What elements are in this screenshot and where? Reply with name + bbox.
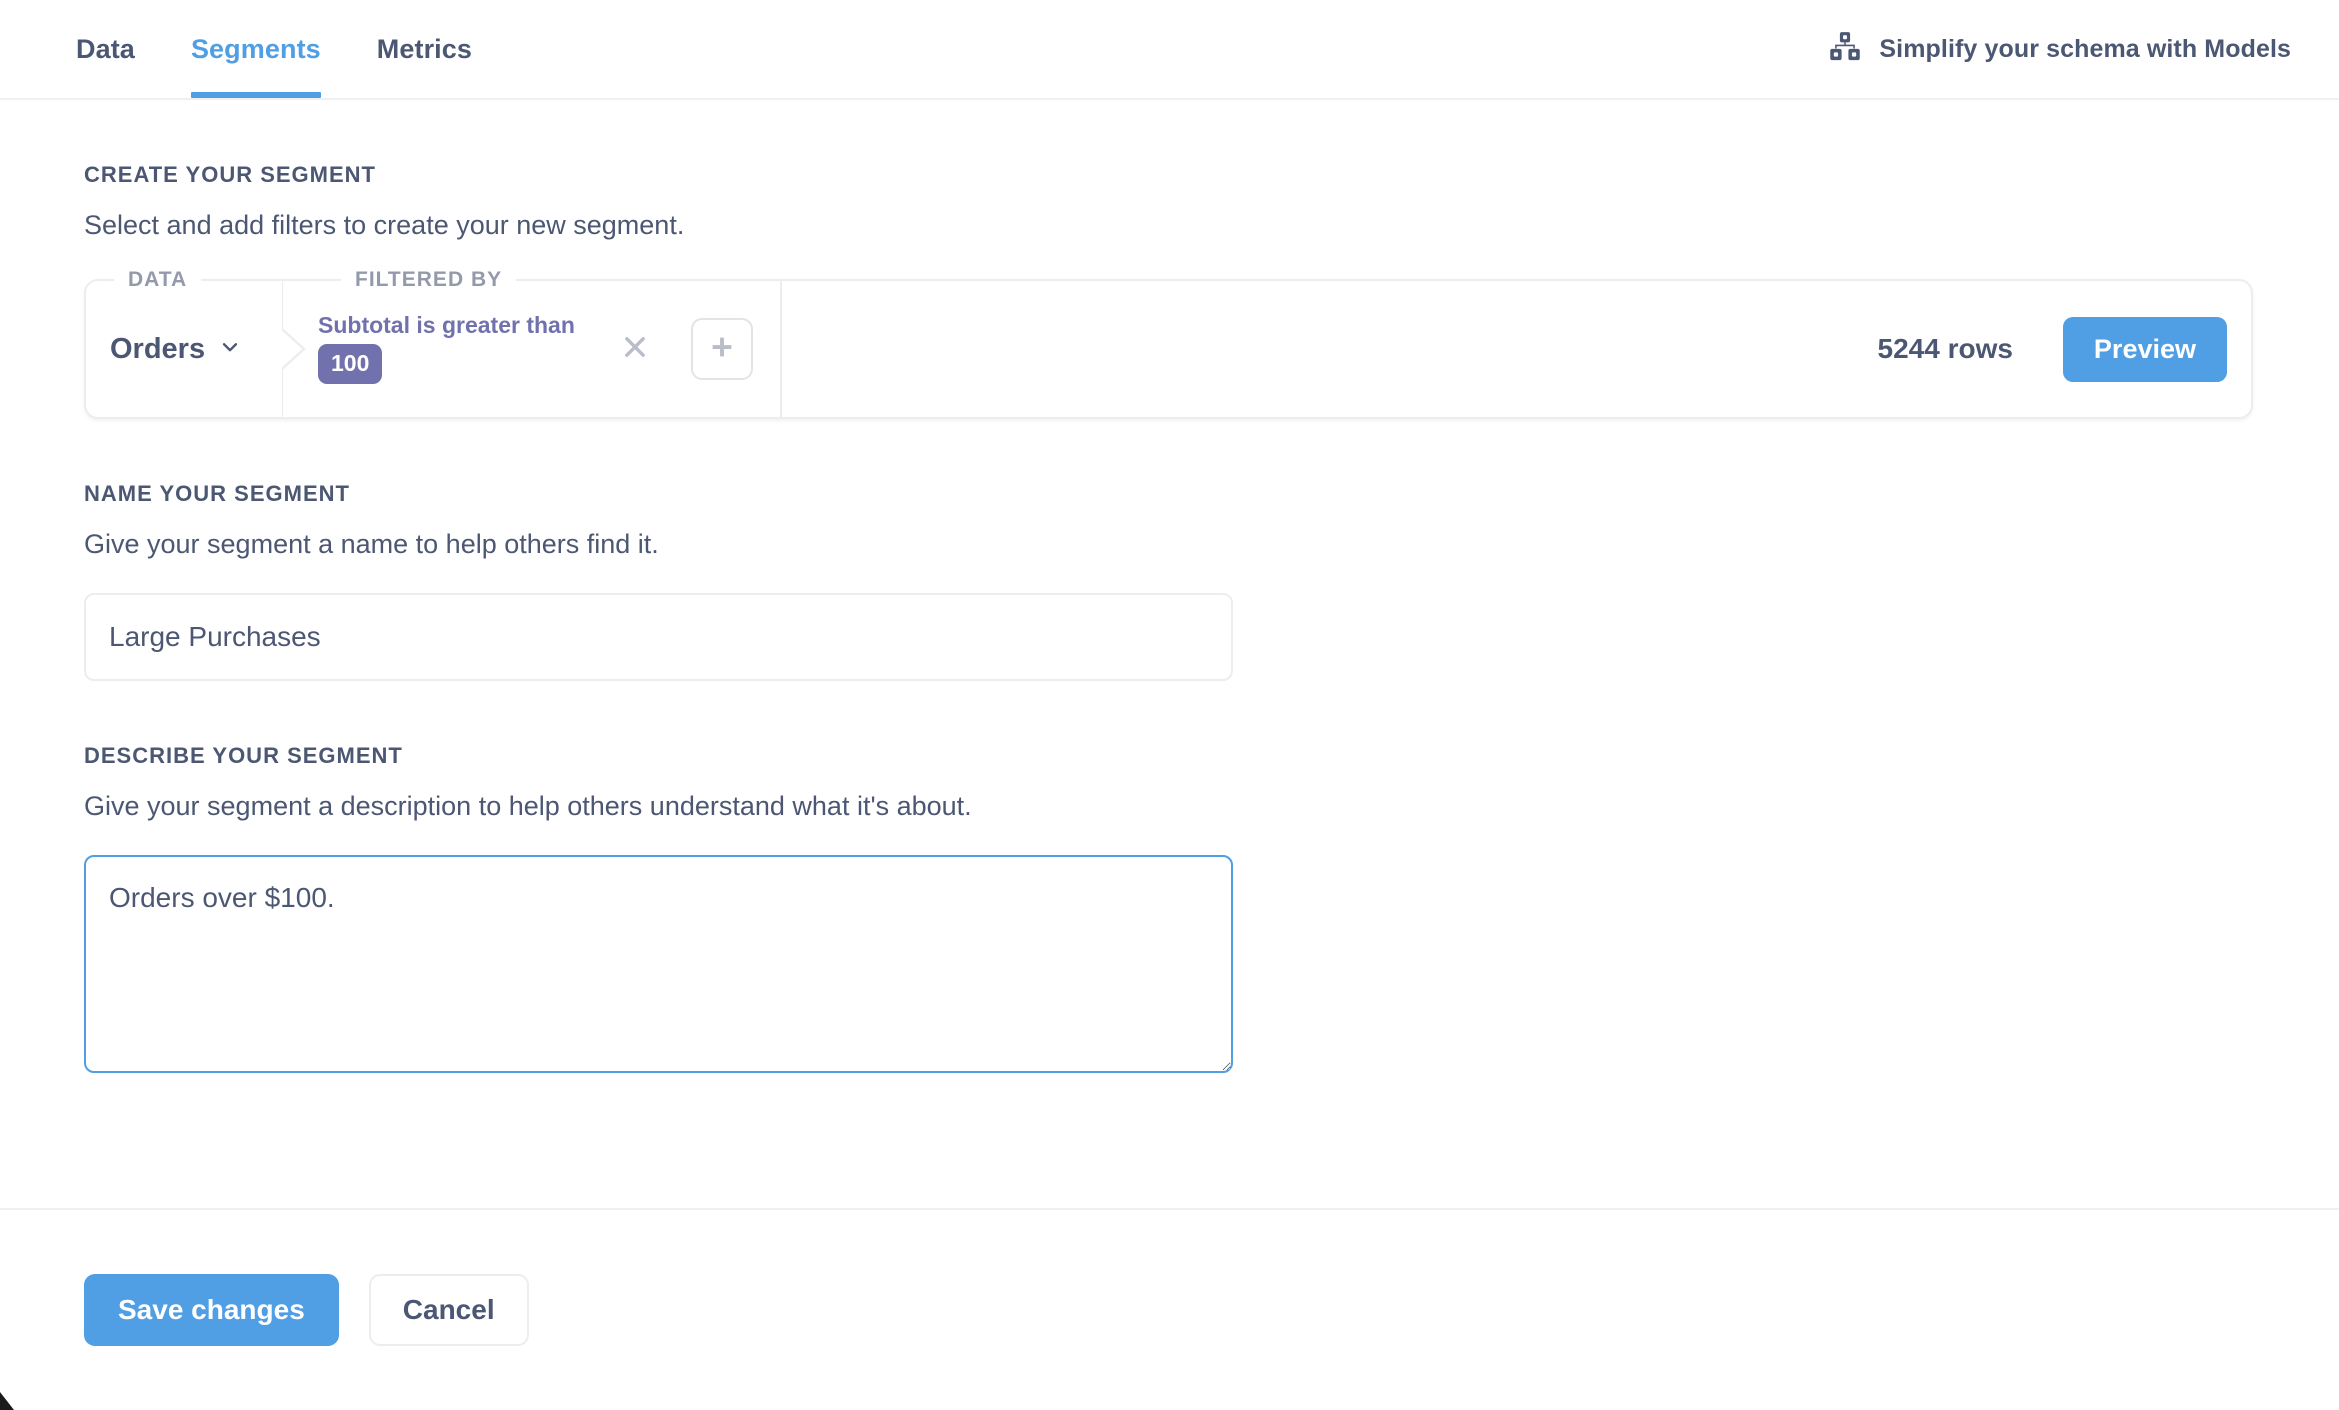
models-promo-label: Simplify your schema with Models xyxy=(1879,34,2291,63)
name-segment-subtitle: Give your segment a name to help others … xyxy=(84,529,659,559)
tab-segments-label: Segments xyxy=(190,33,321,64)
remove-filter-button[interactable] xyxy=(615,329,655,369)
tab-data[interactable]: Data xyxy=(48,0,163,98)
segment-name-input[interactable] xyxy=(84,593,1233,681)
create-segment-subtitle: Select and add filters to create your ne… xyxy=(84,210,685,240)
describe-segment-section: DESCRIBE YOUR SEGMENT Give your segment … xyxy=(84,743,2339,1073)
editor-body: CREATE YOUR SEGMENT Select and add filte… xyxy=(0,100,2339,1208)
data-source-picker[interactable]: Orders xyxy=(110,333,241,366)
segment-filter-card: DATA FILTERED BY Orders Subtotal is grea… xyxy=(84,267,2253,419)
header-bar: Data Segments Metrics Simplify your sche… xyxy=(0,0,2339,100)
footer-action-bar: Save changes Cancel xyxy=(0,1208,2339,1410)
describe-segment-title: DESCRIBE YOUR SEGMENT xyxy=(84,743,403,768)
create-segment-section: CREATE YOUR SEGMENT Select and add filte… xyxy=(84,162,2339,419)
create-segment-title: CREATE YOUR SEGMENT xyxy=(84,162,376,187)
name-segment-title: NAME YOUR SEGMENT xyxy=(84,481,350,506)
segment-description-textarea[interactable]: Orders over $100. xyxy=(84,855,1233,1073)
data-source-section: Orders xyxy=(86,281,282,417)
filter-chip-label: Subtotal is greater than xyxy=(318,312,575,338)
filters-section: Subtotal is greater than 100 xyxy=(282,281,780,417)
describe-segment-subtitle: Give your segment a description to help … xyxy=(84,791,972,821)
editor-content: CREATE YOUR SEGMENT Select and add filte… xyxy=(0,100,2339,1073)
tab-segments[interactable]: Segments xyxy=(163,0,349,98)
preview-button[interactable]: Preview xyxy=(2062,316,2227,382)
chevron-down-icon xyxy=(219,333,241,366)
tab-data-label: Data xyxy=(76,33,135,64)
filter-chip-value: 100 xyxy=(318,344,383,384)
preview-section: 5244 rows Preview xyxy=(782,281,2251,417)
name-segment-section: NAME YOUR SEGMENT Give your segment a na… xyxy=(84,481,2339,681)
filter-chip[interactable]: Subtotal is greater than 100 xyxy=(318,314,575,384)
data-source-label: Orders xyxy=(110,332,206,365)
cancel-button[interactable]: Cancel xyxy=(368,1274,529,1346)
save-changes-button[interactable]: Save changes xyxy=(84,1274,339,1346)
tab-metrics-label: Metrics xyxy=(376,33,473,64)
tab-list: Data Segments Metrics xyxy=(0,0,500,98)
add-filter-button[interactable] xyxy=(690,318,753,380)
close-icon xyxy=(621,333,649,366)
segment-editor-page: Data Segments Metrics Simplify your sche… xyxy=(0,0,2339,1410)
models-icon xyxy=(1828,29,1862,70)
models-promo-content: Simplify your schema with Models xyxy=(1828,29,2291,70)
rows-count-label: 5244 rows xyxy=(1877,333,2013,364)
models-promo-link[interactable]: Simplify your schema with Models xyxy=(1828,0,2339,98)
tab-metrics[interactable]: Metrics xyxy=(349,0,500,98)
plus-icon xyxy=(707,332,737,367)
